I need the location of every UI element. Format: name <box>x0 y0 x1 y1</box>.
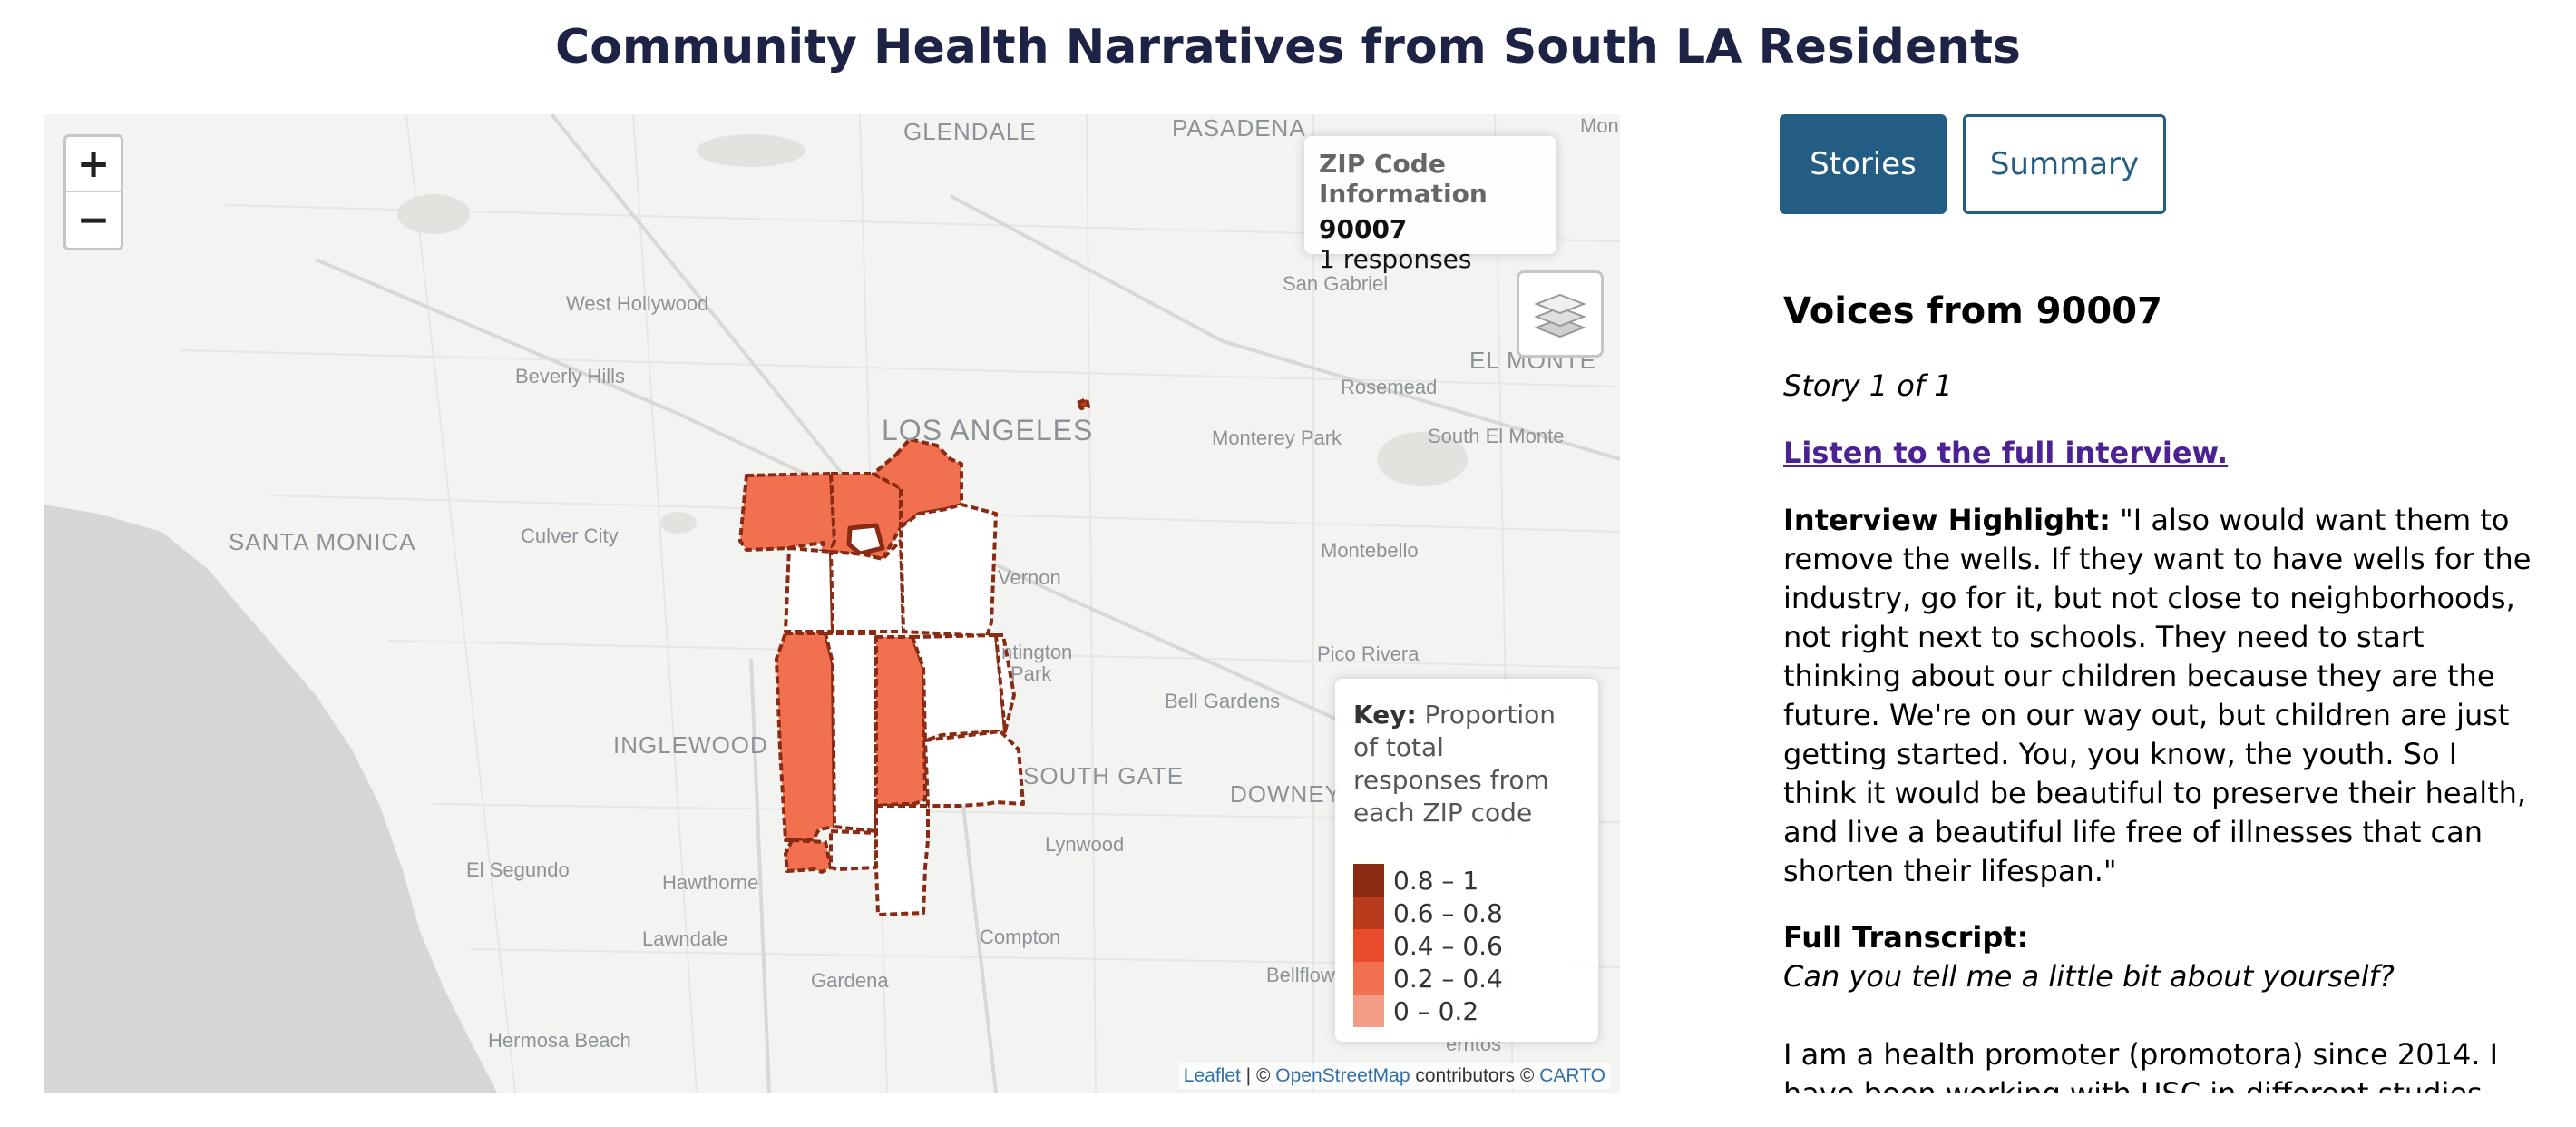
zip-polygon-nw <box>738 472 836 557</box>
legend-swatch <box>1353 995 1384 1027</box>
zoom-control: + − <box>63 134 123 250</box>
legend-swatch <box>1353 929 1384 962</box>
attribution-contributors: contributors © <box>1410 1065 1540 1086</box>
info-heading: ZIP Code Information <box>1319 149 1488 209</box>
legend-row: 0.4 – 0.6 <box>1353 929 1580 962</box>
place-label: Lawndale <box>642 927 728 950</box>
place-label: Hermosa Beach <box>488 1029 631 1052</box>
place-label: PASADENA <box>1172 114 1306 142</box>
interview-highlight: Interview Highlight: "I also would want … <box>1783 501 2536 891</box>
place-label: Monterey Park <box>1212 426 1342 449</box>
place-label: Compton <box>980 926 1061 948</box>
legend-row: 0.8 – 1 <box>1353 864 1580 897</box>
tab-summary[interactable]: Summary <box>1963 114 2166 214</box>
zoom-out-button[interactable]: − <box>66 192 121 248</box>
zip-info-box: ZIP Code Information 90007 1 responses <box>1304 136 1556 274</box>
transcript-label: Full Transcript: <box>1783 920 2029 955</box>
legend-swatch <box>1353 864 1384 897</box>
zip-polygon-s <box>874 635 927 808</box>
place-label: Park <box>1010 662 1052 685</box>
place-label: SOUTH GATE <box>1023 762 1185 789</box>
legend-row: 0.6 – 0.8 <box>1353 897 1580 929</box>
legend-label: 0.4 – 0.6 <box>1393 930 1503 961</box>
place-label: Lynwood <box>1045 833 1125 856</box>
map[interactable]: GLENDALE PASADENA Mon West Hollywood San… <box>44 114 1620 1093</box>
legend-description: Key: Proportion of total responses from … <box>1353 699 1580 829</box>
place-label: Gardena <box>811 969 889 992</box>
legend-label: 0.2 – 0.4 <box>1393 963 1503 994</box>
legend-items: 0.8 – 1 0.6 – 0.8 0.4 – 0.6 0.2 – 0.4 0 – 0.… <box>1353 864 1580 1027</box>
map-attribution: Leaflet | © OpenStreetMap contributors ©… <box>1177 1063 1611 1089</box>
story-count: Story 1 of 1 <box>1783 368 1953 403</box>
place-label: Montebello <box>1321 539 1419 562</box>
zip-polygon-ssw <box>784 838 833 874</box>
voices-title: Voices from 90007 <box>1783 290 2162 332</box>
transcript-answer: I am a health promoter (promotora) since… <box>1783 1037 2499 1093</box>
listen-interview-link[interactable]: Listen to the full interview. <box>1783 436 2536 470</box>
legend-row: 0 – 0.2 <box>1353 995 1580 1027</box>
osm-link[interactable]: OpenStreetMap <box>1275 1065 1410 1086</box>
layers-button[interactable] <box>1517 270 1604 358</box>
place-label: DOWNEY <box>1230 780 1342 808</box>
place-label: Bell Gardens <box>1165 690 1281 712</box>
attribution-separator: | © <box>1240 1065 1276 1086</box>
place-label: LOS ANGELES <box>882 414 1094 446</box>
legend-label: 0.6 – 0.8 <box>1393 897 1503 928</box>
ocean <box>44 505 497 1093</box>
page-title: Community Health Narratives from South L… <box>555 20 2021 74</box>
legend-row: 0.2 – 0.4 <box>1353 962 1580 995</box>
place-label: South El Monte <box>1428 425 1565 447</box>
transcript-question: Can you tell me a little bit about yours… <box>1783 959 2395 994</box>
highlight-label: Interview Highlight: <box>1783 503 2111 537</box>
place-label: Vernon <box>998 566 1061 589</box>
leaflet-link[interactable]: Leaflet <box>1184 1065 1241 1086</box>
place-label: Mon <box>1580 114 1619 137</box>
place-label: GLENDALE <box>903 118 1037 145</box>
legend-key-label: Key: <box>1353 700 1417 730</box>
place-label: El Segundo <box>466 858 570 881</box>
place-label: ntington <box>1001 641 1073 663</box>
place-label: Pico Rivera <box>1317 642 1420 665</box>
zip-polygon-90007 <box>846 523 885 556</box>
info-zip: 90007 <box>1319 214 1408 244</box>
zip-polygon-sw <box>775 632 836 842</box>
place-label: SANTA MONICA <box>229 528 416 555</box>
place-label: Hawthorne <box>662 871 759 894</box>
place-label: Rosemead <box>1341 376 1438 398</box>
place-label: INGLEWOOD <box>613 731 768 759</box>
highlight-text: "I also would want them to remove the we… <box>1783 503 2532 888</box>
map-legend: Key: Proportion of total responses from … <box>1335 679 1598 1042</box>
tab-stories[interactable]: Stories <box>1780 114 1947 214</box>
place-label: Bellflow <box>1266 964 1335 986</box>
zoom-in-button[interactable]: + <box>66 137 121 192</box>
legend-label: 0.8 – 1 <box>1393 865 1479 896</box>
layers-icon <box>1534 293 1586 338</box>
place-label: San Gabriel <box>1283 272 1389 295</box>
place-label: West Hollywood <box>566 292 709 315</box>
place-label: Beverly Hills <box>515 365 626 387</box>
info-responses: 1 responses <box>1319 244 1472 274</box>
story-panel: Voices from 90007 Story 1 of 1 Listen to… <box>1783 290 2536 1093</box>
carto-link[interactable]: CARTO <box>1539 1065 1605 1086</box>
place-label: Culver City <box>521 524 619 547</box>
legend-swatch <box>1353 962 1384 995</box>
legend-label: 0 – 0.2 <box>1393 995 1479 1026</box>
legend-swatch <box>1353 897 1384 929</box>
